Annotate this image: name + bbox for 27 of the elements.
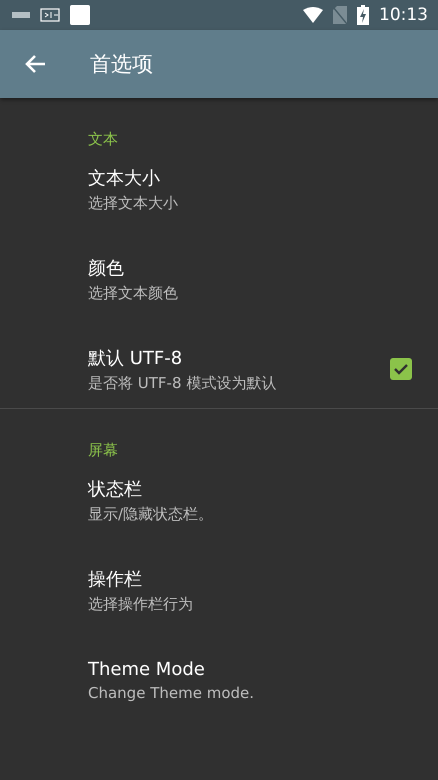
battery-charging-icon — [357, 5, 369, 25]
checkmark-icon — [393, 363, 409, 375]
preference-title: 操作栏 — [88, 568, 143, 590]
preference-item[interactable]: 默认 UTF-8 是否将 UTF-8 模式设为默认 — [0, 324, 438, 414]
preference-title: 默认 UTF-8 — [88, 346, 184, 370]
preference-summary: 选择文本颜色 — [88, 284, 179, 302]
preference-item[interactable]: 颜色 选择文本颜色 — [0, 234, 438, 324]
preference-title: 状态栏 — [88, 478, 143, 500]
back-arrow-icon — [24, 54, 46, 74]
checkbox[interactable] — [390, 358, 412, 380]
preference-item[interactable]: Theme Mode Change Theme mode. — [0, 635, 438, 725]
clock-time: 10:13 — [379, 5, 428, 25]
category-header: 文本 — [87, 129, 119, 144]
preference-item[interactable]: 操作栏 选择操作栏行为 — [0, 545, 438, 635]
preference-summary: Change Theme mode. — [88, 684, 256, 702]
screen-title: 首选项 — [90, 51, 153, 78]
preference-summary: 显示/隐藏状态栏。 — [88, 504, 214, 524]
preference-summary: 选择操作栏行为 — [88, 594, 194, 614]
preference-title: 文本大小 — [88, 166, 161, 190]
preference-title: Theme Mode — [88, 658, 206, 680]
preference-title: 颜色 — [88, 256, 125, 280]
preference-summary: 选择文本大小 — [88, 194, 179, 212]
square-icon — [70, 5, 90, 25]
preference-summary: 是否将 UTF-8 模式设为默认 — [88, 374, 278, 392]
wifi-icon — [303, 7, 323, 23]
category-header: 屏幕 — [87, 440, 119, 455]
no-sim-icon — [333, 6, 347, 24]
